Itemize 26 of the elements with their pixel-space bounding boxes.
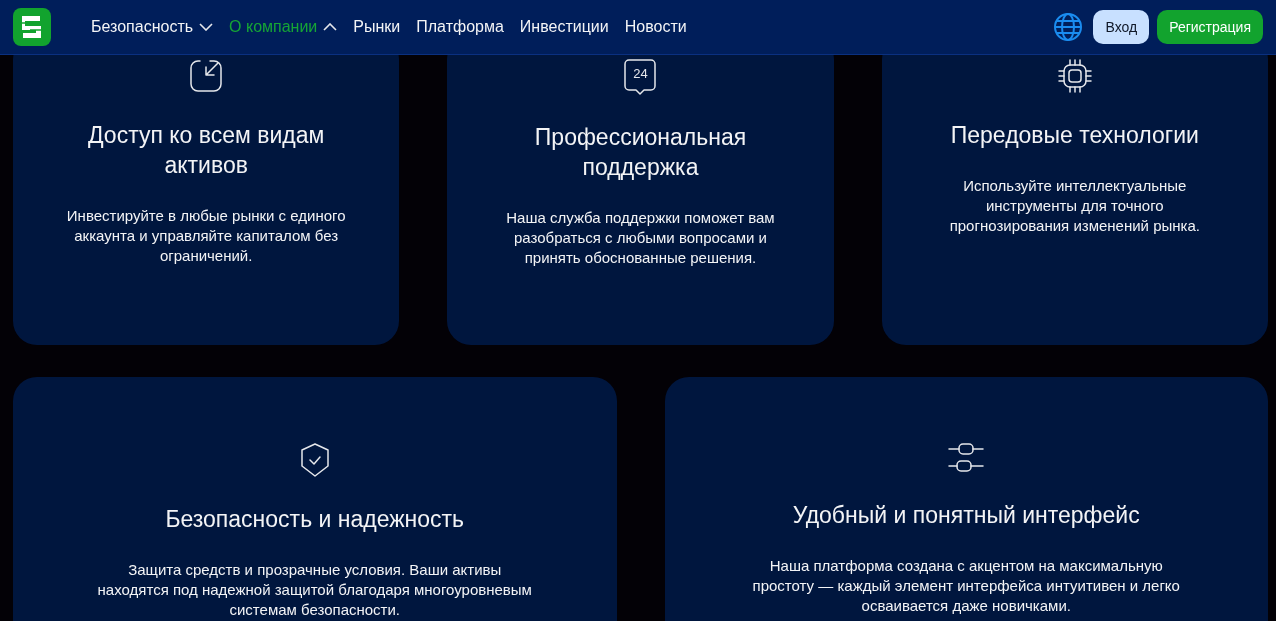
nav-link[interactable]: Инвестиции	[519, 15, 609, 39]
logo-icon[interactable]	[13, 8, 51, 46]
feature-description: Инвестируйте в любые рынки с единого аккаунта и управляйте капиталом без ограничений.	[66, 206, 347, 266]
login-button[interactable]: Вход	[1093, 10, 1150, 44]
nav-link[interactable]: Рынки	[353, 15, 401, 39]
chevron-down-icon	[199, 23, 214, 31]
chat-bubble-icon: 24	[623, 58, 658, 96]
nav-link[interactable]: О компании	[229, 15, 338, 39]
sliders-icon	[947, 442, 986, 474]
feature-title: Удобный и понятный интерфейс	[792, 501, 1140, 530]
feature-description: Используйте интеллектуальные инструменты для точного прогнозирования изменений рынка.	[948, 176, 1201, 236]
nav-link[interactable]: Платформа	[416, 15, 504, 39]
feature-title: Профессиональная поддержка	[533, 123, 748, 182]
feature-description: Наша платформа создана с акцентом на максимальную простоту — каждый элемент интерфейса интуитивен и легко осваивается даже новичками.	[751, 556, 1181, 616]
chip-icon	[1056, 58, 1093, 94]
feature-title: Передовые технологии	[949, 121, 1200, 150]
nav-link[interactable]: Новости	[624, 15, 687, 39]
chevron-up-icon	[323, 23, 338, 31]
feature-title: Безопасность и надежность	[165, 505, 465, 534]
globe-icon[interactable]	[1053, 12, 1084, 42]
shield-check-icon	[298, 442, 331, 478]
arrow-down-left-icon	[188, 58, 225, 94]
feature-description: Защита средств и прозрачные условия. Ваши активы находятся под надежной защитой благодаря многоуровневым системам безопасности.	[96, 560, 533, 620]
feature-title: Доступ ко всем видам активов	[87, 121, 326, 180]
nav-link[interactable]: Безопасность	[91, 15, 214, 39]
feature-description: Наша служба поддержки поможет вам разобраться с любыми вопросами и принять обоснованные решения.	[505, 208, 776, 268]
